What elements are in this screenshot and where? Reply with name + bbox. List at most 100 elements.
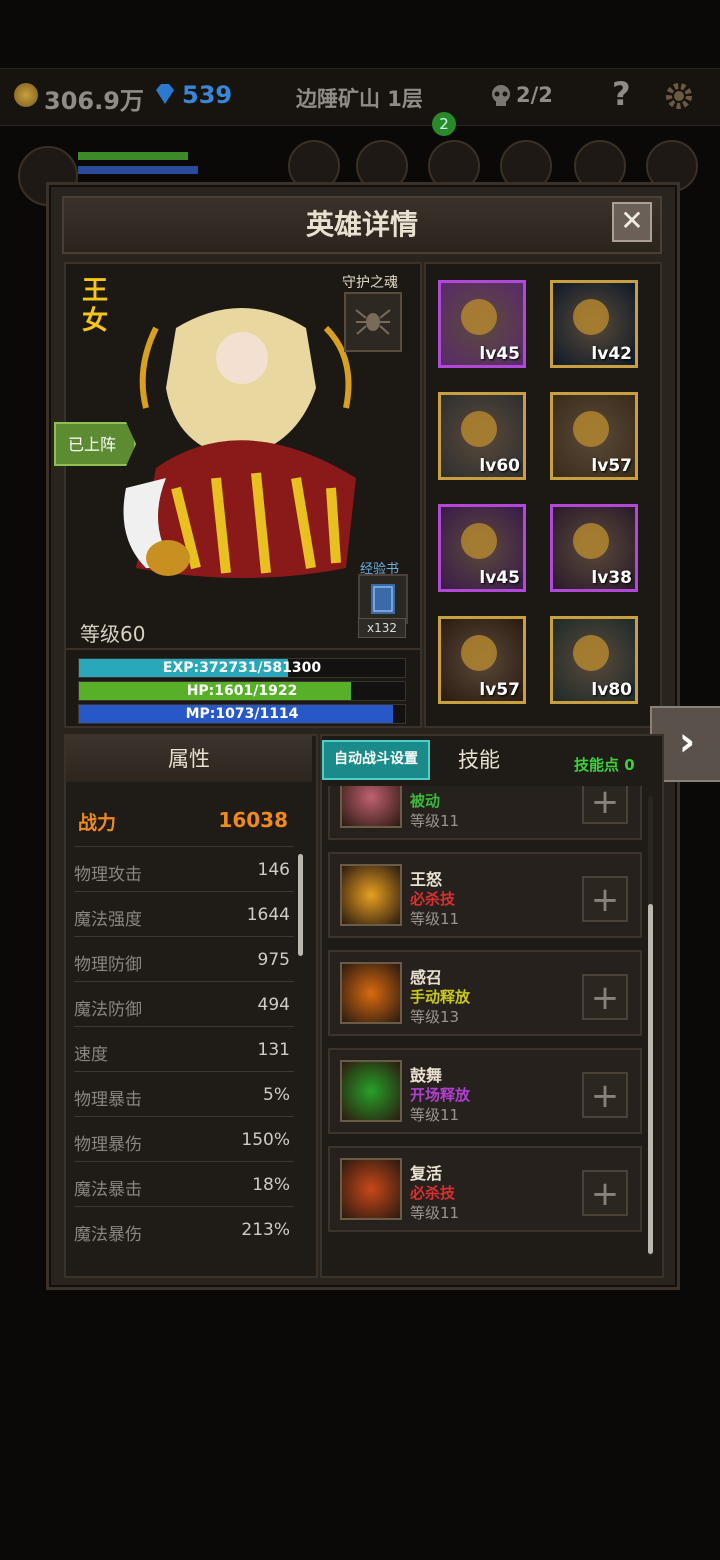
hero-level: 等级60 — [80, 622, 146, 646]
upgrade-skill-button[interactable]: + — [582, 1170, 628, 1216]
attribute-value: 18% — [252, 1175, 290, 1195]
skill-row[interactable]: 被动等级11 + — [328, 786, 642, 840]
equipment-slot[interactable]: lv60 — [438, 392, 526, 480]
roster-mp-bar — [78, 166, 198, 174]
attribute-row: 魔法强度 1644 — [74, 905, 290, 931]
mp-bar: MP:1073/1114 — [78, 704, 406, 724]
skill-list: 被动 等级11 + 王怒 必杀技 等级11 + 感召 手动释放 等级13 + 鼓舞 开场释放 等级11 + 复… — [322, 786, 658, 1272]
attributes-scrollbar[interactable] — [298, 854, 303, 956]
skill-type: 必杀技 — [410, 1184, 456, 1202]
attribute-name: 魔法暴伤 — [74, 1225, 142, 1245]
deployed-badge: 已上阵 — [54, 422, 136, 466]
skill-type: 手动释放 — [410, 988, 471, 1006]
attribute-row: 物理攻击 146 — [74, 860, 290, 886]
attribute-name: 魔法暴击 — [74, 1180, 142, 1200]
hero-name: 王女 — [82, 276, 109, 336]
equipment-level: lv57 — [591, 456, 632, 476]
gold-amount: 306.9万 — [44, 87, 144, 115]
divider — [74, 1071, 294, 1072]
divider — [74, 981, 294, 982]
equipment-level: lv60 — [479, 456, 520, 476]
attribute-name: 速度 — [74, 1045, 108, 1065]
equipment-level: lv45 — [479, 568, 520, 588]
power-value: 16038 — [218, 808, 288, 832]
equipment-slot[interactable]: lv80 — [550, 616, 638, 704]
skill-name: 鼓舞 — [410, 1066, 443, 1085]
upgrade-skill-button[interactable]: + — [582, 876, 628, 922]
close-button[interactable]: ✕ — [612, 202, 652, 242]
diamond-icon — [156, 84, 174, 104]
necklace-icon — [573, 299, 609, 335]
guardian-soul-label: 守护之魂 — [342, 275, 398, 291]
gem-ring-icon — [573, 523, 609, 559]
exp-text: EXP:372731/581300 — [162, 660, 322, 676]
divider — [74, 1206, 294, 1207]
skill-type: 必杀技 — [410, 890, 456, 908]
skills-scrollbar[interactable] — [648, 904, 653, 1254]
skill-row[interactable]: 鼓舞 开场释放 等级11 + — [328, 1048, 642, 1134]
auto-battle-settings-button[interactable]: 自动战斗设置 — [322, 740, 430, 780]
attribute-row: 魔法防御 494 — [74, 995, 290, 1021]
skill-level: 等级11 — [410, 812, 460, 830]
divider — [74, 891, 294, 892]
skill-row[interactable]: 感召 手动释放 等级13 + — [328, 950, 642, 1036]
equipment-slot[interactable]: lv45 — [438, 504, 526, 592]
top-bar: 306.9万 539 边陲矿山 1层 2/2 ? — [0, 68, 720, 126]
skull-count: 2/2 — [516, 83, 553, 107]
upgrade-skill-button[interactable]: + — [582, 786, 628, 824]
tab-attributes[interactable]: 属性 — [66, 736, 312, 782]
skill-icon — [340, 786, 402, 828]
exp-book-button[interactable] — [358, 574, 408, 624]
divider — [74, 1116, 294, 1117]
hp-bar: HP:1601/1922 — [78, 681, 406, 701]
attribute-name: 魔法防御 — [74, 1000, 142, 1020]
attribute-value: 150% — [241, 1130, 290, 1150]
skill-icon — [340, 1158, 402, 1220]
equipment-slot[interactable]: lv38 — [550, 504, 638, 592]
title-bar: 英雄详情 — [62, 196, 662, 254]
exp-bar: EXP:372731/581300 — [78, 658, 406, 678]
gear-icon[interactable] — [664, 81, 694, 111]
shield-icon — [573, 635, 609, 671]
book-icon — [371, 584, 395, 614]
gold-coin-icon — [14, 83, 38, 107]
attribute-row: 速度 131 — [74, 1040, 290, 1066]
equipment-slot[interactable]: lv57 — [550, 392, 638, 480]
skill-name: 王怒 — [410, 870, 443, 889]
attribute-name: 物理防御 — [74, 955, 142, 975]
equipment-slot[interactable]: lv57 — [438, 616, 526, 704]
upgrade-skill-button[interactable]: + — [582, 974, 628, 1020]
power-label: 战力 — [78, 812, 117, 834]
skill-icon — [340, 1060, 402, 1122]
divider — [74, 1026, 294, 1027]
attribute-row: 魔法暴伤 213% — [74, 1220, 290, 1246]
exp-book-count: x132 — [358, 618, 406, 638]
skull-icon — [492, 85, 510, 106]
help-icon[interactable]: ? — [612, 75, 631, 113]
skill-row[interactable]: 王怒 必杀技等级11 + — [328, 852, 642, 938]
tab-skills[interactable]: 技能 — [458, 744, 500, 774]
skill-name: 复活 — [410, 1164, 443, 1183]
skill-type: 被动 — [410, 792, 441, 810]
skill-level: 等级11 — [410, 1106, 460, 1124]
hero-portrait — [123, 308, 356, 578]
equipment-level: lv45 — [479, 344, 520, 364]
horned-helmet-icon — [461, 299, 497, 335]
equipment-slot[interactable]: lv42 — [550, 280, 638, 368]
attribute-row: 物理暴伤 150% — [74, 1130, 290, 1156]
attribute-row: 魔法暴击 18% — [74, 1175, 290, 1201]
skill-level: 等级11 — [410, 910, 460, 928]
skill-row[interactable]: 复活 必杀技 等级11 + — [328, 1146, 642, 1232]
skill-points: 技能点 0 — [574, 756, 635, 774]
horn-icon — [461, 635, 497, 671]
skill-icon — [340, 864, 402, 926]
roster-hp-bar — [78, 152, 188, 160]
guardian-soul-slot[interactable] — [344, 292, 402, 352]
equipment-slot[interactable]: lv45 — [438, 280, 526, 368]
ring-icon — [461, 523, 497, 559]
upgrade-skill-button[interactable]: + — [582, 1072, 628, 1118]
panel-title: 英雄详情 — [305, 208, 418, 241]
gem-amount: 539 — [182, 81, 233, 109]
divider — [74, 936, 294, 937]
boots-icon — [573, 411, 609, 447]
